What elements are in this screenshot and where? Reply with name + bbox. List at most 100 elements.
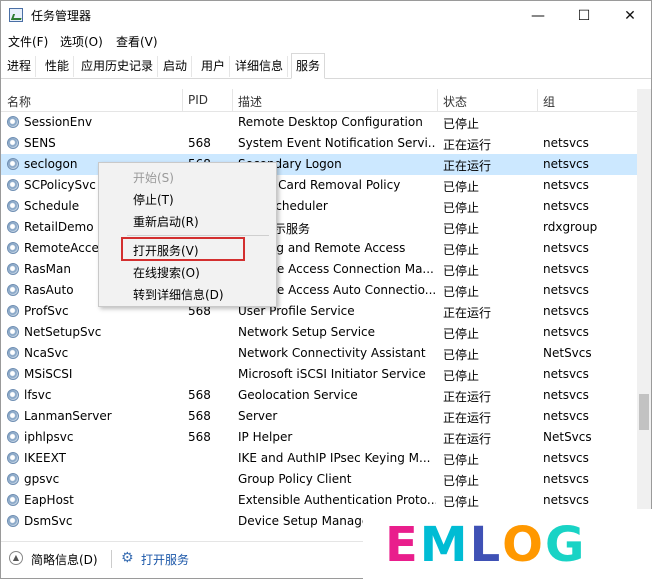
service-name: EapHost <box>24 493 74 507</box>
table-row[interactable]: ProfSvc 568 User Profile Service 正在运行 netsvc… <box>1 301 637 322</box>
service-name: NcaSvc <box>24 346 69 360</box>
table-row[interactable]: EapHost Extensible Authentication Proto..… <box>1 490 637 511</box>
service-status: 已停止 <box>443 180 480 194</box>
table-row[interactable]: NetSetupSvc Network Setup Service 已停止 netsv… <box>1 322 637 343</box>
table-body: SessionEnv Remote Desktop Configuration 已停… <box>1 112 637 529</box>
service-gear-icon <box>7 347 19 359</box>
service-group: netsvcs <box>543 451 589 465</box>
service-status: 已停止 <box>443 369 480 383</box>
close-button[interactable]: ✕ <box>607 1 652 30</box>
table-row[interactable]: IKEEXT IKE and AuthIP IPsec Keying M... 已停… <box>1 448 637 469</box>
tab-details[interactable]: 详细信息 <box>231 56 289 77</box>
service-pid: 568 <box>188 388 211 402</box>
service-status: 正在运行 <box>443 138 492 152</box>
service-group: netsvcs <box>543 199 589 213</box>
service-name: DsmSvc <box>24 514 73 528</box>
watermark-letter: O <box>502 516 545 573</box>
column-status[interactable]: 状态 <box>443 93 467 110</box>
column-description[interactable]: 描述 <box>238 93 262 110</box>
table-row[interactable]: lfsvc 568 Geolocation Service 正在运行 netsvcs <box>1 385 637 406</box>
tab-users[interactable]: 用户 <box>197 56 231 77</box>
service-gear-icon <box>7 305 19 317</box>
service-group: netsvcs <box>543 493 589 507</box>
tab-performance[interactable]: 性能 <box>41 56 75 77</box>
service-gear-icon <box>7 473 19 485</box>
table-row[interactable]: RasAuto Remote Access Auto Connectio... 已停… <box>1 280 637 301</box>
table-row[interactable]: RemoteAccess Routing and Remote Access 已停止… <box>1 238 637 259</box>
ctx-restart[interactable]: 重新启动(R) <box>133 213 199 230</box>
service-name: gpsvc <box>24 472 60 486</box>
tab-bar: 进程 性能 应用历史记录 启动 用户 详细信息 服务 <box>1 53 651 79</box>
service-status: 已停止 <box>443 201 480 215</box>
table-row[interactable]: iphlpsvc 568 IP Helper 正在运行 NetSvcs <box>1 427 637 448</box>
service-gear-icon <box>7 452 19 464</box>
service-name: IKEEXT <box>24 451 66 465</box>
service-status: 已停止 <box>443 453 480 467</box>
column-pid[interactable]: PID <box>188 93 208 107</box>
service-group: netsvcs <box>543 388 589 402</box>
service-status: 已停止 <box>443 285 480 299</box>
service-group: netsvcs <box>543 283 589 297</box>
tab-services[interactable]: 服务 <box>291 53 326 79</box>
menu-options[interactable]: 选项(O) <box>60 33 103 50</box>
vertical-scrollbar[interactable] <box>637 89 651 529</box>
open-services-link[interactable]: 打开服务 <box>141 551 189 568</box>
column-group[interactable]: 组 <box>543 93 555 110</box>
service-status: 已停止 <box>443 474 480 488</box>
service-status: 正在运行 <box>443 390 492 404</box>
service-description: Microsoft iSCSI Initiator Service <box>238 367 426 381</box>
menu-bar: 文件(F) 选项(O) 查看(V) <box>1 30 651 52</box>
table-row[interactable]: MSiSCSI Microsoft iSCSI Initiator Service… <box>1 364 637 385</box>
service-name: SENS <box>24 136 56 150</box>
ctx-go-to-details[interactable]: 转到详细信息(D) <box>133 286 224 303</box>
title-bar[interactable]: 任务管理器 — ☐ ✕ <box>1 1 651 30</box>
emlog-watermark-logo: EMLOG <box>363 509 652 580</box>
tab-app-history[interactable]: 应用历史记录 <box>77 56 159 77</box>
ctx-start[interactable]: 开始(S) <box>133 169 174 186</box>
maximize-button[interactable]: ☐ <box>561 1 607 30</box>
service-status: 已停止 <box>443 327 480 341</box>
service-gear-icon <box>7 326 19 338</box>
gear-icon: ⚙ <box>121 550 134 566</box>
service-name: iphlpsvc <box>24 430 74 444</box>
context-menu: 开始(S) 停止(T) 重新启动(R) 打开服务(V) 在线搜索(O) 转到详细… <box>98 162 277 307</box>
service-name: MSiSCSI <box>24 367 73 381</box>
table-row[interactable]: RetailDemo零售演示服务已停止rdxgroup <box>1 217 637 238</box>
tab-startup[interactable]: 启动 <box>159 56 193 77</box>
service-gear-icon <box>7 158 19 170</box>
task-manager-window: 任务管理器 — ☐ ✕ 文件(F) 选项(O) 查看(V) 进程 性能 应用历史… <box>0 0 652 580</box>
service-group: netsvcs <box>543 325 589 339</box>
service-name: SessionEnv <box>24 115 93 129</box>
tab-processes[interactable]: 进程 <box>3 56 37 77</box>
table-row[interactable]: LanmanServer 568 Server 正在运行 netsvcs <box>1 406 637 427</box>
menu-file[interactable]: 文件(F) <box>8 33 48 50</box>
table-row[interactable]: NcaSvc Network Connectivity Assistant 已停止 N… <box>1 343 637 364</box>
table-row[interactable]: SENS 568 System Event Notification Servi..… <box>1 133 637 154</box>
table-row[interactable]: SessionEnv Remote Desktop Configuration 已停… <box>1 112 637 133</box>
ctx-separator <box>127 235 269 236</box>
table-row[interactable]: Schedule Task Scheduler 已停止 netsvcs <box>1 196 637 217</box>
watermark-letter: G <box>544 516 587 573</box>
service-name: LanmanServer <box>24 409 112 423</box>
watermark-letter: E <box>385 516 420 573</box>
watermark-letter: L <box>469 516 503 573</box>
service-description: IKE and AuthIP IPsec Keying M... <box>238 451 431 465</box>
table-row[interactable]: SCPolicySvc Smart Card Removal Policy 已停止 n… <box>1 175 637 196</box>
service-pid: 568 <box>188 409 211 423</box>
service-pid: 568 <box>188 430 211 444</box>
fewer-details-link[interactable]: 简略信息(D) <box>31 551 98 568</box>
service-gear-icon <box>7 179 19 191</box>
minimize-button[interactable]: — <box>515 1 561 30</box>
service-gear-icon <box>7 515 19 527</box>
column-name[interactable]: 名称 <box>7 93 31 110</box>
table-row[interactable]: RasMan Remote Access Connection Ma... 已停止 n… <box>1 259 637 280</box>
service-gear-icon <box>7 221 19 233</box>
table-row[interactable]: gpsvc Group Policy Client 已停止 netsvcs <box>1 469 637 490</box>
ctx-stop[interactable]: 停止(T) <box>133 191 174 208</box>
menu-view[interactable]: 查看(V) <box>116 33 158 50</box>
table-row[interactable]: seclogon568Secondary Logon正在运行netsvcs <box>1 154 637 175</box>
scroll-thumb[interactable] <box>639 394 649 430</box>
chevron-up-icon[interactable]: ▲ <box>9 551 23 565</box>
task-manager-icon <box>9 8 23 22</box>
ctx-search-online[interactable]: 在线搜索(O) <box>133 264 200 281</box>
